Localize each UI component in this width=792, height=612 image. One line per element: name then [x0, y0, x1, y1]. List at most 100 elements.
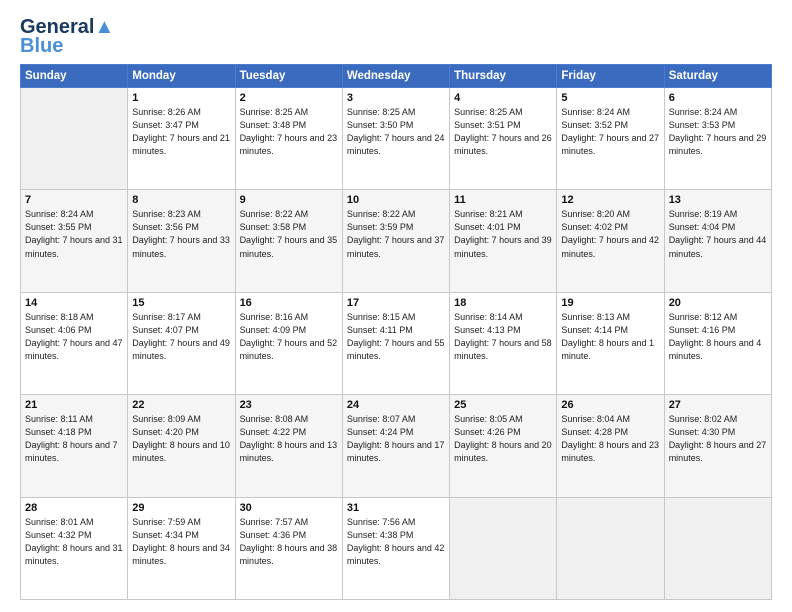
day-number: 8 — [132, 194, 230, 206]
day-number: 23 — [240, 399, 338, 411]
calendar-cell: 26 Sunrise: 8:04 AMSunset: 4:28 PMDayligh… — [557, 395, 664, 497]
calendar-cell: 1 Sunrise: 8:26 AMSunset: 3:47 PMDaylight… — [128, 88, 235, 190]
day-info: Sunrise: 8:08 AMSunset: 4:22 PMDaylight:… — [240, 413, 338, 465]
calendar-cell: 22Sunrise: 8:09 AMSunset: 4:20 PMDayligh… — [128, 395, 235, 497]
day-number: 4 — [454, 92, 552, 104]
day-number: 16 — [240, 297, 338, 309]
day-info: Sunrise: 8:02 AMSunset: 4:30 PMDaylight:… — [669, 413, 767, 465]
day-number: 14 — [25, 297, 123, 309]
day-number: 12 — [561, 194, 659, 206]
calendar-cell: 7 Sunrise: 8:24 AMSunset: 3:55 PMDaylight… — [21, 190, 128, 292]
day-number: 31 — [347, 502, 445, 514]
calendar-cell: 16 Sunrise: 8:16 AMSunset: 4:09 PMDayligh… — [235, 292, 342, 394]
calendar-cell: 19 Sunrise: 8:13 AMSunset: 4:14 PMDayligh… — [557, 292, 664, 394]
day-info: Sunrise: 7:57 AMSunset: 4:36 PMDaylight:… — [240, 516, 338, 568]
day-number: 15 — [132, 297, 230, 309]
day-number: 26 — [561, 399, 659, 411]
day-number: 22 — [132, 399, 230, 411]
day-info: Sunrise: 8:25 AMSunset: 3:51 PMDaylight:… — [454, 106, 552, 158]
weekday-header-friday: Friday — [557, 65, 664, 88]
calendar-cell — [21, 88, 128, 190]
day-number: 20 — [669, 297, 767, 309]
calendar-cell: 23 Sunrise: 8:08 AMSunset: 4:22 PMDayligh… — [235, 395, 342, 497]
calendar-cell: 5 Sunrise: 8:24 AMSunset: 3:52 PMDaylight… — [557, 88, 664, 190]
week-row-2: 7 Sunrise: 8:24 AMSunset: 3:55 PMDaylight… — [21, 190, 772, 292]
calendar-cell: 11 Sunrise: 8:21 AMSunset: 4:01 PMDayligh… — [450, 190, 557, 292]
day-number: 1 — [132, 92, 230, 104]
day-info: Sunrise: 8:11 AMSunset: 4:18 PMDaylight:… — [25, 413, 123, 465]
day-number: 13 — [669, 194, 767, 206]
calendar-cell: 31 Sunrise: 7:56 AMSunset: 4:38 PMDayligh… — [342, 497, 449, 599]
day-number: 11 — [454, 194, 552, 206]
day-number: 5 — [561, 92, 659, 104]
day-info: Sunrise: 8:01 AMSunset: 4:32 PMDaylight:… — [25, 516, 123, 568]
calendar-cell: 20 Sunrise: 8:12 AMSunset: 4:16 PMDayligh… — [664, 292, 771, 394]
weekday-header-row: SundayMondayTuesdayWednesdayThursdayFrid… — [21, 65, 772, 88]
day-info: Sunrise: 8:23 AMSunset: 3:56 PMDaylight:… — [132, 208, 230, 260]
day-info: Sunrise: 8:18 AMSunset: 4:06 PMDaylight:… — [25, 311, 123, 363]
day-info: Sunrise: 8:05 AMSunset: 4:26 PMDaylight:… — [454, 413, 552, 465]
day-info: Sunrise: 8:16 AMSunset: 4:09 PMDaylight:… — [240, 311, 338, 363]
day-number: 19 — [561, 297, 659, 309]
day-info: Sunrise: 8:12 AMSunset: 4:16 PMDaylight:… — [669, 311, 767, 363]
calendar-cell: 13 Sunrise: 8:19 AMSunset: 4:04 PMDayligh… — [664, 190, 771, 292]
day-info: Sunrise: 8:21 AMSunset: 4:01 PMDaylight:… — [454, 208, 552, 260]
day-number: 24 — [347, 399, 445, 411]
day-info: Sunrise: 8:25 AMSunset: 3:48 PMDaylight:… — [240, 106, 338, 158]
day-info: Sunrise: 8:22 AMSunset: 3:58 PMDaylight:… — [240, 208, 338, 260]
day-info: Sunrise: 8:13 AMSunset: 4:14 PMDaylight:… — [561, 311, 659, 363]
calendar-cell: 17 Sunrise: 8:15 AMSunset: 4:11 PMDayligh… — [342, 292, 449, 394]
calendar-cell: 21 Sunrise: 8:11 AMSunset: 4:18 PMDayligh… — [21, 395, 128, 497]
calendar-cell: 15 Sunrise: 8:17 AMSunset: 4:07 PMDayligh… — [128, 292, 235, 394]
calendar-cell: 18 Sunrise: 8:14 AMSunset: 4:13 PMDayligh… — [450, 292, 557, 394]
day-info: Sunrise: 8:15 AMSunset: 4:11 PMDaylight:… — [347, 311, 445, 363]
day-info: Sunrise: 8:24 AMSunset: 3:53 PMDaylight:… — [669, 106, 767, 158]
day-number: 21 — [25, 399, 123, 411]
day-info: Sunrise: 8:20 AMSunset: 4:02 PMDaylight:… — [561, 208, 659, 260]
week-row-4: 21 Sunrise: 8:11 AMSunset: 4:18 PMDayligh… — [21, 395, 772, 497]
weekday-header-wednesday: Wednesday — [342, 65, 449, 88]
day-info: Sunrise: 8:19 AMSunset: 4:04 PMDaylight:… — [669, 208, 767, 260]
calendar-cell: 3Sunrise: 8:25 AMSunset: 3:50 PMDaylight… — [342, 88, 449, 190]
day-info: Sunrise: 8:26 AMSunset: 3:47 PMDaylight:… — [132, 106, 230, 158]
calendar-page: General▲ Blue SundayMondayTuesdayWednesd… — [0, 0, 792, 612]
day-number: 29 — [132, 502, 230, 514]
logo: General▲ Blue — [20, 16, 114, 56]
calendar-cell: 25 Sunrise: 8:05 AMSunset: 4:26 PMDayligh… — [450, 395, 557, 497]
day-number: 3 — [347, 92, 445, 104]
day-info: Sunrise: 8:14 AMSunset: 4:13 PMDaylight:… — [454, 311, 552, 363]
day-number: 2 — [240, 92, 338, 104]
day-info: Sunrise: 8:07 AMSunset: 4:24 PMDaylight:… — [347, 413, 445, 465]
day-number: 17 — [347, 297, 445, 309]
day-info: Sunrise: 7:59 AMSunset: 4:34 PMDaylight:… — [132, 516, 230, 568]
day-info: Sunrise: 8:04 AMSunset: 4:28 PMDaylight:… — [561, 413, 659, 465]
week-row-1: 1 Sunrise: 8:26 AMSunset: 3:47 PMDaylight… — [21, 88, 772, 190]
weekday-header-tuesday: Tuesday — [235, 65, 342, 88]
calendar-cell: 28Sunrise: 8:01 AMSunset: 4:32 PMDayligh… — [21, 497, 128, 599]
calendar-cell: 4 Sunrise: 8:25 AMSunset: 3:51 PMDaylight… — [450, 88, 557, 190]
day-number: 10 — [347, 194, 445, 206]
calendar-cell: 30Sunrise: 7:57 AMSunset: 4:36 PMDayligh… — [235, 497, 342, 599]
calendar-cell — [664, 497, 771, 599]
day-number: 6 — [669, 92, 767, 104]
day-number: 7 — [25, 194, 123, 206]
day-info: Sunrise: 7:56 AMSunset: 4:38 PMDaylight:… — [347, 516, 445, 568]
calendar-cell: 8 Sunrise: 8:23 AMSunset: 3:56 PMDaylight… — [128, 190, 235, 292]
day-number: 18 — [454, 297, 552, 309]
calendar-cell: 27 Sunrise: 8:02 AMSunset: 4:30 PMDayligh… — [664, 395, 771, 497]
logo-blue: Blue — [20, 36, 114, 56]
day-number: 27 — [669, 399, 767, 411]
day-info: Sunrise: 8:22 AMSunset: 3:59 PMDaylight:… — [347, 208, 445, 260]
calendar-cell: 10 Sunrise: 8:22 AMSunset: 3:59 PMDayligh… — [342, 190, 449, 292]
weekday-header-monday: Monday — [128, 65, 235, 88]
calendar-table: SundayMondayTuesdayWednesdayThursdayFrid… — [20, 64, 772, 600]
day-info: Sunrise: 8:24 AMSunset: 3:52 PMDaylight:… — [561, 106, 659, 158]
calendar-cell — [557, 497, 664, 599]
day-number: 25 — [454, 399, 552, 411]
page-header: General▲ Blue — [20, 16, 772, 56]
day-info: Sunrise: 8:17 AMSunset: 4:07 PMDaylight:… — [132, 311, 230, 363]
week-row-5: 28Sunrise: 8:01 AMSunset: 4:32 PMDayligh… — [21, 497, 772, 599]
day-info: Sunrise: 8:24 AMSunset: 3:55 PMDaylight:… — [25, 208, 123, 260]
day-number: 9 — [240, 194, 338, 206]
weekday-header-saturday: Saturday — [664, 65, 771, 88]
